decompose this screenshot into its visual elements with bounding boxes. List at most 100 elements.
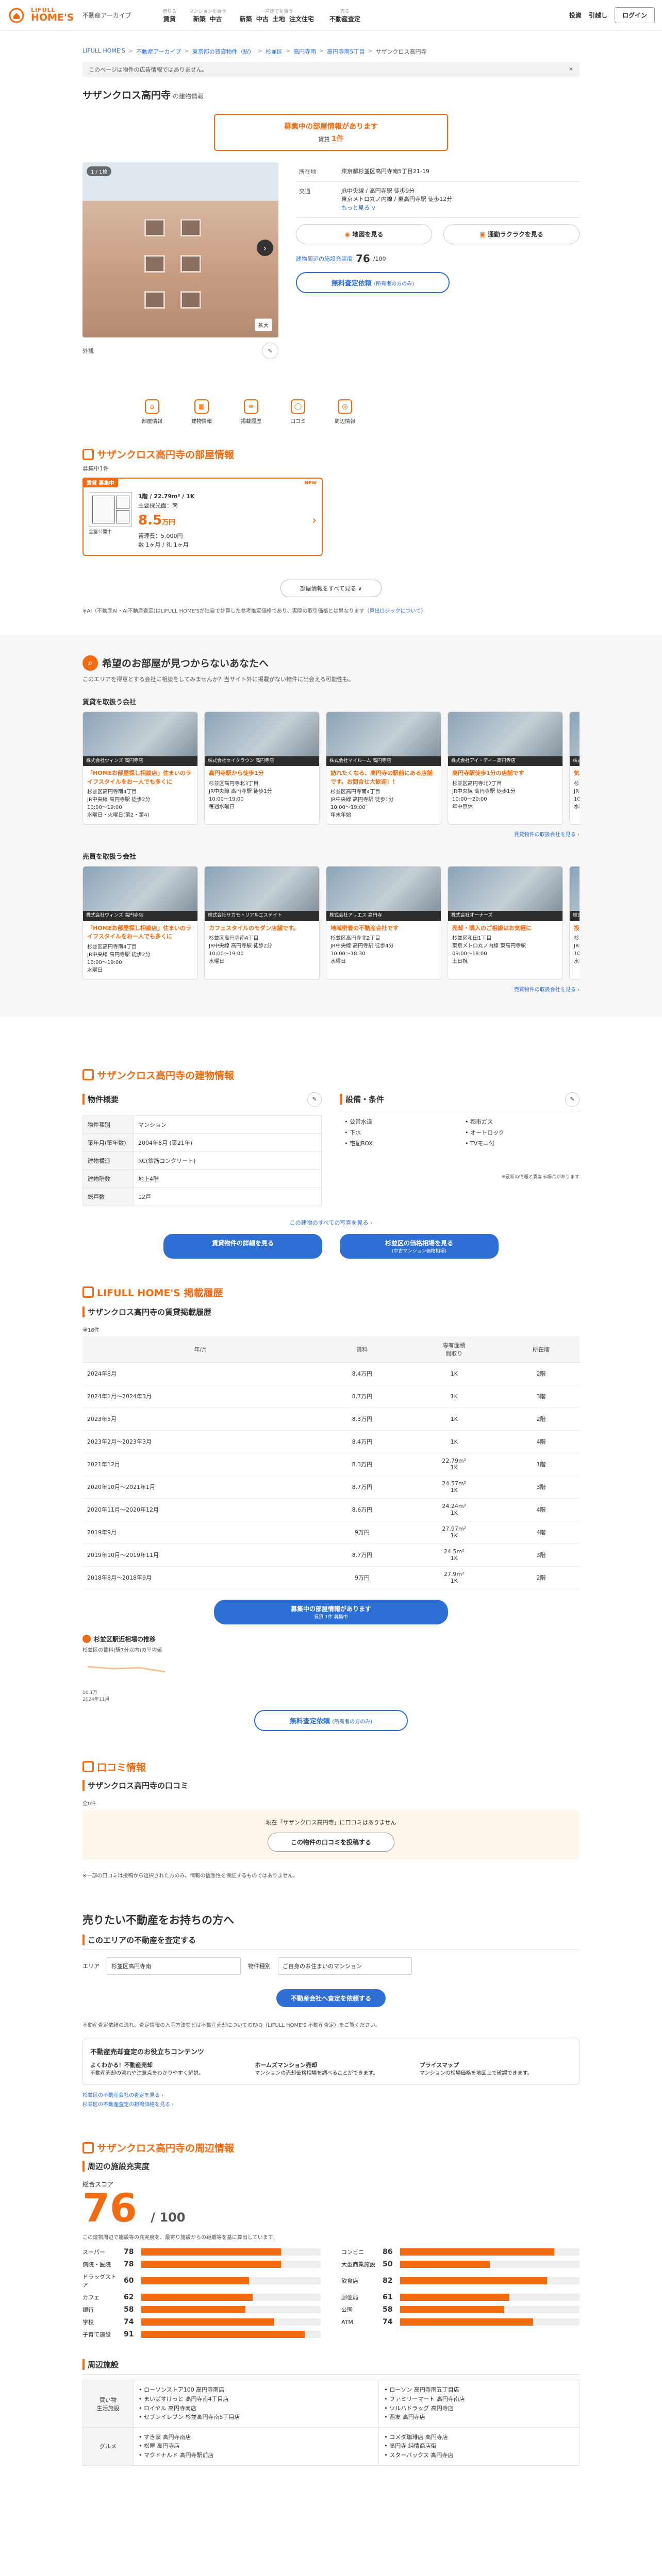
zoom-button[interactable]: 拡大 (255, 318, 272, 331)
history-cell: 2019年9月 (82, 1521, 319, 1544)
review-count: 全0件 (82, 1801, 96, 1807)
login-button[interactable]: ログイン (614, 7, 655, 23)
breadcrumb-item[interactable]: 不動産アーカイブ (136, 47, 181, 56)
score-line[interactable]: 建物周辺の施設充実度 76/100 (296, 252, 580, 265)
breadcrumb-item[interactable]: 東京都の賃貸物件（駅） (192, 47, 255, 56)
env-row: 銀行 58 (82, 2306, 321, 2314)
section-icon: ⌂ (145, 399, 159, 414)
map-button[interactable]: ◉ 地図を見る (296, 224, 432, 244)
section-nav-item[interactable]: ▦ 建物情報 (191, 399, 212, 425)
near-key: グルメ (82, 2427, 134, 2466)
agent-hours: 10:00～19:00 (330, 805, 366, 811)
sale-agents-more[interactable]: 売買物件の取扱会社を見る › (82, 985, 580, 993)
env-row: スーパー 78 (82, 2248, 321, 2256)
agent-card[interactable]: 株式会社オーナーズ 売却・購入のご相談はお気軽に 杉並区和田1丁目 東京メトロ丸ノ内線… (448, 866, 563, 980)
content-item[interactable]: よくわかる！不動産売却 不動産売却の流れや注意点をわかりやすく解説。 (90, 2061, 242, 2078)
agent-card[interactable]: 株式会社アイ・ディー高円寺店 高円寺駅徒歩1分の店舗です 杉並区高円寺北2丁目 JR中… (448, 711, 563, 825)
history-cell: 8.3万円 (319, 1453, 406, 1476)
section-nav-item[interactable]: ◎ 周辺情報 (335, 399, 355, 425)
nav-link-2-1[interactable]: 中古 (256, 15, 269, 23)
agent-card[interactable]: 株式会社ハウスメイト投資用物件もお任せください杉並区高円寺南3丁目JR中央線 高… (569, 866, 580, 980)
breadcrumb-item[interactable]: 高円寺南 (293, 47, 316, 56)
history-cell: 1K (405, 1430, 503, 1453)
agent-hours: 10:00～19:00 (87, 805, 122, 811)
section-nav-item[interactable]: ≡ 掲載履歴 (241, 399, 261, 425)
vacancy-count: 賃貸 1件 (318, 135, 344, 143)
content-item[interactable]: ホームズマンション売却 マンションの売却価格相場を調べることができます。 (255, 2061, 407, 2078)
agent-station: JR中央線 高円寺駅 徒歩1分 (452, 788, 516, 794)
nav-link-0-0[interactable]: 賃貸 (163, 15, 176, 23)
vacancy-banner[interactable]: 募集中の部屋情報があります 賃貸 1件 (214, 114, 448, 151)
section-nav-item[interactable]: ◯ 口コミ (290, 399, 306, 425)
room-card[interactable]: 賃貸 募集中 NEW 全室公開中 1階 / 22.79m² / 1K 主要採光面… (82, 478, 323, 556)
header-moving-link[interactable]: 引越し (589, 11, 607, 20)
vacancy-button[interactable]: 募集中の部屋情報があります 賃貸 1件 募集中 (214, 1599, 448, 1624)
building-photo[interactable]: 1 / 1枚 › 拡大 (82, 162, 278, 337)
sell-link-1[interactable]: 杉並区の不動産会社の査定を見る › (82, 2091, 580, 2100)
env-bar-fill (141, 2294, 253, 2301)
logo-text[interactable]: LIFULL HOME'S (31, 7, 74, 23)
agent-card[interactable]: 株式会社アリエス 高円寺 地域密着の不動産会社です 杉並区高円寺北2丁目 JR中央線 … (326, 866, 441, 980)
review-heading: 口コミ情報 (82, 1760, 580, 1774)
appraisal-button[interactable]: 無料査定依頼 (所有者の方のみ) (296, 272, 450, 293)
nav-link-2-3[interactable]: 注文住宅 (289, 15, 314, 23)
agent-address: 杉並区高円寺北2丁目 (452, 781, 502, 787)
content-item[interactable]: プライスマップ マンションの相場価格を地図上で確認できます。 (420, 2061, 572, 2078)
chevron-right-icon[interactable]: › (312, 514, 317, 527)
nav-link-2-0[interactable]: 新築 (240, 15, 252, 23)
history-cell: 1K (405, 1385, 503, 1408)
history-cell: 3階 (503, 1476, 580, 1499)
all-rooms-button[interactable]: 部屋情報をすべて見る ∨ (280, 579, 382, 597)
agent-holiday: 年中無休 (452, 804, 473, 810)
agent-body: 訪れたくなる、高円寺の駅前にある店舗です。お問合せ大歓迎！！ 杉並区高円寺南4丁目… (326, 766, 441, 824)
breadcrumb-item[interactable]: 高円寺南5丁目 (327, 47, 365, 56)
content-title: ホームズマンション売却 (255, 2061, 317, 2069)
breadcrumb-item[interactable]: LIFULL HOME'S (82, 47, 125, 56)
lifull-logo-icon[interactable] (7, 6, 26, 25)
post-review-button[interactable]: この物件の口コミを投稿する (268, 1832, 394, 1852)
near-key: 買い物 生活施設 (82, 2380, 134, 2428)
pencil-icon[interactable]: ✎ (307, 1092, 322, 1107)
commute-button[interactable]: ▣ 通勤ラクラクを見る (443, 224, 580, 244)
appraisal-button-2[interactable]: 無料査定依頼 (所有者の方のみ) (254, 1709, 408, 1731)
type-select[interactable]: ご自身のお住まいのマンション (278, 1957, 412, 1975)
price-market-button[interactable]: 杉並区の価格相場を見る (中古マンション価格相場) (340, 1233, 499, 1259)
env-row: コンビニ 86 (341, 2248, 580, 2256)
nav-link-1-0[interactable]: 新築 (193, 15, 206, 23)
page-title: サザンクロス高円寺 の建物情報 (82, 90, 204, 101)
agent-card[interactable]: 株式会社セイクラウン 高円寺店 高円寺駅から徒歩1分 杉並区高円寺北3丁目 JR中央線… (204, 711, 320, 825)
env-bar-fill (400, 2294, 510, 2301)
rent-detail-button[interactable]: 賃貸物件の詳細を見る (163, 1233, 322, 1259)
nav-link-2-2[interactable]: 土地 (273, 15, 285, 23)
agent-card[interactable]: 株式会社アップル気軽にご相談ください杉並区高円寺南4丁目JR中央線 高円寺駅 10… (569, 711, 580, 825)
breadcrumb-item[interactable]: 杉並区 (266, 47, 283, 56)
logic-link[interactable]: 算出ロジックについて (370, 608, 421, 614)
history-cell: 2018年8月〜2018年9月 (82, 1566, 319, 1589)
nav-link-1-1[interactable]: 中古 (210, 15, 222, 23)
agent-card[interactable]: 株式会社ウィンズ 高円寺店 「HOMEお部屋探し相談店」住まいのライフスタイルをお… (82, 711, 198, 825)
env-bar (400, 2294, 580, 2301)
agent-holiday: 水曜日 (209, 959, 224, 965)
header-invest-link[interactable]: 投資 (569, 11, 582, 20)
agent-card[interactable]: 株式会社マイルーム 高円寺店 訪れたくなる、高円寺の駅前にある店舗です。お問合せ大… (326, 711, 441, 825)
next-arrow-icon[interactable]: › (257, 240, 273, 256)
agent-card[interactable]: 株式会社ウィンズ 高円寺店 「HOMEお部屋探し相談店」住まいのライフスタイルをお… (82, 866, 198, 980)
agent-headline: 高円寺駅から徒歩1分 (209, 770, 264, 777)
pencil-icon[interactable]: ✎ (262, 343, 278, 359)
nav-link-3-0[interactable]: 不動産査定 (329, 15, 360, 23)
area-field[interactable]: 杉並区高円寺南 (107, 1957, 241, 1975)
all-photos-link[interactable]: この建物のすべての写真を見る › (82, 1218, 580, 1227)
agent-hours: 10:00～19:00 (209, 951, 244, 957)
rent-agents-more[interactable]: 賃貸物件の取扱会社を見る › (82, 830, 580, 838)
more-transit-link[interactable]: もっと見る ∨ (341, 205, 376, 211)
vacancy-title: 募集中の部屋情報があります (284, 123, 378, 131)
env-bar-fill (141, 2277, 249, 2285)
close-icon[interactable]: × (569, 65, 573, 74)
agent-card[interactable]: 株式会社サカモトリアルエステイト カフェスタイルのモダン店舗です。 杉並区高円寺南4… (204, 866, 320, 980)
sell-link-2[interactable]: 杉並区の不動産査定の相場価格を見る › (82, 2100, 580, 2110)
section-nav: ⌂ 部屋情報 ▦ 建物情報 ≡ 掲載履歴 ◯ 口コミ ◎ 周辺情報 (82, 399, 580, 425)
sell-appraisal-button[interactable]: 不動産会社へ査定を依頼する (276, 1989, 386, 2007)
pencil-icon[interactable]: ✎ (565, 1092, 580, 1107)
env-row: 病院・医院 78 (82, 2260, 321, 2268)
section-nav-item[interactable]: ⌂ 部屋情報 (142, 399, 162, 425)
